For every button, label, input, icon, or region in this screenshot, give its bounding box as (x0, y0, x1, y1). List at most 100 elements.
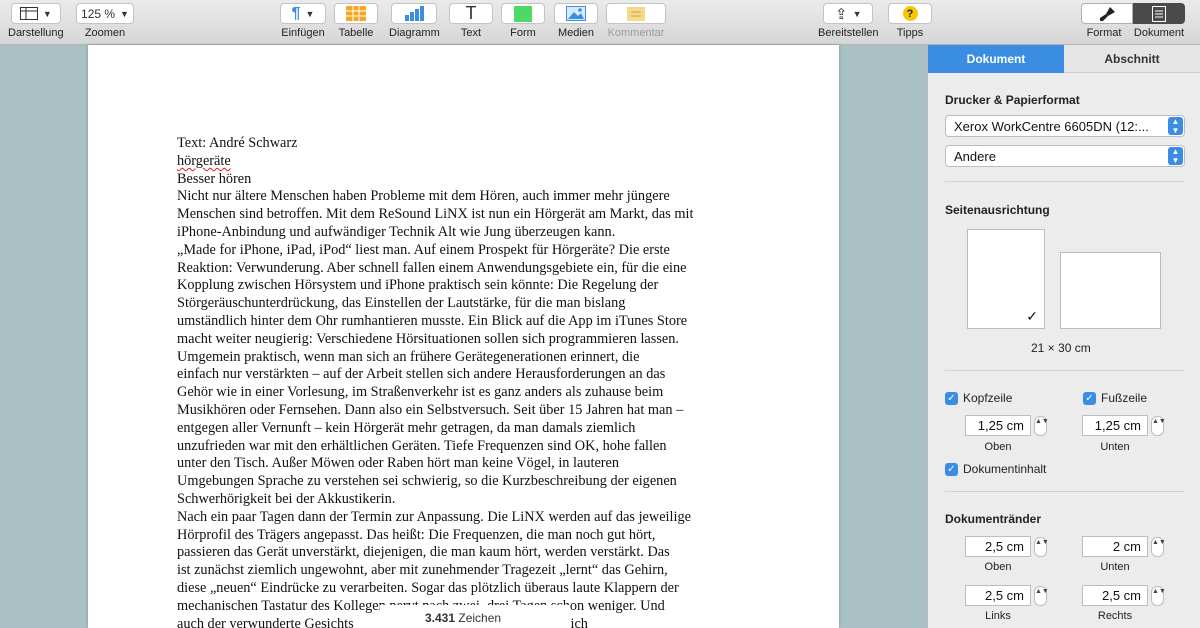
help-icon: ? (902, 6, 918, 21)
checkmark-icon: ✓ (1083, 391, 1096, 405)
footer-label: Fußzeile (1101, 391, 1148, 405)
chart-control[interactable]: Diagramm (389, 3, 440, 39)
printer-value: Xerox WorkCentre 6605DN (12:... (954, 119, 1149, 134)
text-line: „Made for iPhone, iPad, iPod“ liest man.… (177, 241, 670, 258)
media-label: Medien (557, 27, 595, 39)
media-button[interactable] (554, 3, 598, 24)
media-control[interactable]: Medien (554, 3, 598, 39)
share-button[interactable]: ⇪ ▼ (823, 3, 874, 24)
image-icon (566, 6, 586, 21)
paintbrush-icon (1100, 7, 1115, 21)
bar-chart-icon (405, 6, 425, 21)
table-button[interactable] (334, 3, 378, 24)
shape-label: Form (510, 27, 536, 39)
header-field[interactable]: 1,25 cm (965, 415, 1031, 436)
landscape-option[interactable] (1060, 252, 1161, 329)
portrait-option[interactable]: ✓ (967, 229, 1045, 329)
document-icon (1152, 5, 1166, 22)
chevron-down-icon: ▼ (852, 8, 862, 19)
text-line: Umgemein praktisch, wenn man sich an frü… (177, 348, 640, 365)
divider (945, 370, 1185, 371)
footer-caption: Unten (1100, 441, 1130, 453)
margins-heading: Dokumentränder (945, 512, 1042, 526)
view-button[interactable]: ▼ (10, 3, 61, 24)
chart-button[interactable] (391, 3, 438, 24)
margin-top-stepper[interactable]: 2,5 cm ▲▼ (965, 536, 1049, 557)
margin-bottom-stepper[interactable]: 2 cm ▲▼ (1082, 536, 1166, 557)
share-control[interactable]: ⇪ ▼ Bereitstellen (818, 3, 879, 39)
character-count[interactable]: 3.431 Zeichen (380, 605, 570, 628)
document-body[interactable]: Text: André Schwarz hörgeräte Besser hör… (177, 135, 757, 628)
orientation-heading: Seitenausrichtung (945, 203, 1050, 217)
body-checkbox[interactable]: ✓ Dokumentinhalt (945, 462, 1046, 476)
tips-button[interactable]: ? (888, 3, 932, 24)
margin-left-stepper[interactable]: 2,5 cm ▲▼ (965, 585, 1049, 606)
toolbar: ▼ Darstellung 125 % ▼ Zoomen ¶ ▼ Einfüge… (0, 0, 1200, 45)
insert-button[interactable]: ¶ ▼ (280, 3, 326, 24)
paper-value: Andere (954, 149, 996, 164)
comment-control: Kommentar (606, 3, 666, 39)
text-control[interactable]: T Text (449, 3, 493, 39)
printer-heading: Drucker & Papierformat (945, 93, 1080, 107)
margin-right-stepper[interactable]: 2,5 cm ▲▼ (1082, 585, 1166, 606)
text-line: Hörprofil des Trägers angepasst. Das hei… (177, 526, 656, 543)
stepper-arrows-icon[interactable]: ▲▼ (1151, 585, 1166, 606)
tab-section[interactable]: Abschnitt (1064, 45, 1200, 73)
margin-left-field[interactable]: 2,5 cm (965, 585, 1031, 606)
text-line: einfach nur verstärkten – auf der Arbeit… (177, 366, 666, 383)
document-button[interactable] (1133, 3, 1185, 24)
text-line: iPhone-Anbindung und aufwändiger Technik… (177, 223, 616, 240)
tips-control[interactable]: ? Tipps (888, 3, 932, 39)
text-line: Nicht nur ältere Menschen haben Probleme… (177, 188, 670, 205)
stepper-arrows-icon[interactable]: ▲▼ (1034, 536, 1049, 557)
shape-control[interactable]: Form (501, 3, 545, 39)
stepper-arrows-icon[interactable]: ▲▼ (1034, 585, 1049, 606)
share-icon: ⇪ (835, 5, 848, 23)
text-line: Menschen sind betroffen. Mit dem ReSound… (177, 206, 694, 223)
text-button[interactable]: T (449, 3, 493, 24)
footer-checkbox[interactable]: ✓ Fußzeile (1083, 391, 1147, 405)
text-line: umständlich hinter dem Ohr rumhantieren … (177, 312, 688, 329)
text-line: Nach ein paar Tagen dann der Termin zur … (177, 508, 691, 525)
text-line: Musikhören oder Fernsehen. Dann also ein… (177, 401, 684, 418)
divider (945, 181, 1185, 182)
footer-stepper[interactable]: 1,25 cm ▲▼ (1082, 415, 1166, 436)
stepper-arrows-icon[interactable]: ▲▼ (1151, 536, 1166, 557)
shape-icon (514, 5, 532, 22)
text-line: hörgeräte (177, 152, 231, 169)
view-control[interactable]: ▼ Darstellung (8, 3, 64, 39)
format-button[interactable] (1081, 3, 1133, 24)
insert-control[interactable]: ¶ ▼ Einfügen (280, 3, 326, 39)
table-control[interactable]: Tabelle (334, 3, 378, 39)
footer-field[interactable]: 1,25 cm (1082, 415, 1148, 436)
inspector-segmented-control[interactable] (1081, 3, 1185, 24)
margin-bottom-field[interactable]: 2 cm (1082, 536, 1148, 557)
header-stepper[interactable]: 1,25 cm ▲▼ (965, 415, 1049, 436)
table-icon (346, 6, 366, 21)
comment-label: Kommentar (607, 27, 665, 39)
format-label: Format (1086, 27, 1122, 39)
zoom-select[interactable]: 125 % ▼ (76, 3, 134, 24)
text-line: macht weiter neugierig: Verschiedene Hör… (177, 330, 679, 347)
stepper-arrows-icon[interactable]: ▲▼ (1151, 415, 1166, 436)
document-inspector: Dokument Abschnitt Drucker & Papierforma… (927, 45, 1200, 628)
margin-top-field[interactable]: 2,5 cm (965, 536, 1031, 557)
tab-document[interactable]: Dokument (928, 45, 1064, 73)
text-line: Schwerhörigkeit bei der Akkustikerin. (177, 490, 396, 507)
stepper-arrows-icon[interactable]: ▲▼ (1034, 415, 1049, 436)
text-line: Text: André Schwarz (177, 135, 298, 151)
text-line: unter den Tisch. Außer Möwen oder Raben … (177, 455, 620, 472)
zoom-control[interactable]: 125 % ▼ Zoomen (76, 3, 134, 39)
header-label: Kopfzeile (963, 391, 1013, 405)
inspector-toggle[interactable]: Format Dokument (1078, 3, 1188, 39)
popup-arrows-icon: ▲ ▼ (1168, 117, 1183, 135)
insert-label: Einfügen (281, 27, 325, 39)
checkmark-icon: ✓ (945, 391, 958, 405)
shape-button[interactable] (501, 3, 545, 24)
header-checkbox[interactable]: ✓ Kopfzeile (945, 391, 1012, 405)
printer-select[interactable]: Xerox WorkCentre 6605DN (12:... ▲ ▼ (945, 115, 1185, 137)
document-page[interactable]: Text: André Schwarz hörgeräte Besser hör… (88, 45, 839, 628)
paper-size-select[interactable]: Andere ▲ ▼ (945, 145, 1185, 167)
margin-right-field[interactable]: 2,5 cm (1082, 585, 1148, 606)
text-line: passieren das Gerät unverstärkt, diejeni… (177, 544, 670, 561)
